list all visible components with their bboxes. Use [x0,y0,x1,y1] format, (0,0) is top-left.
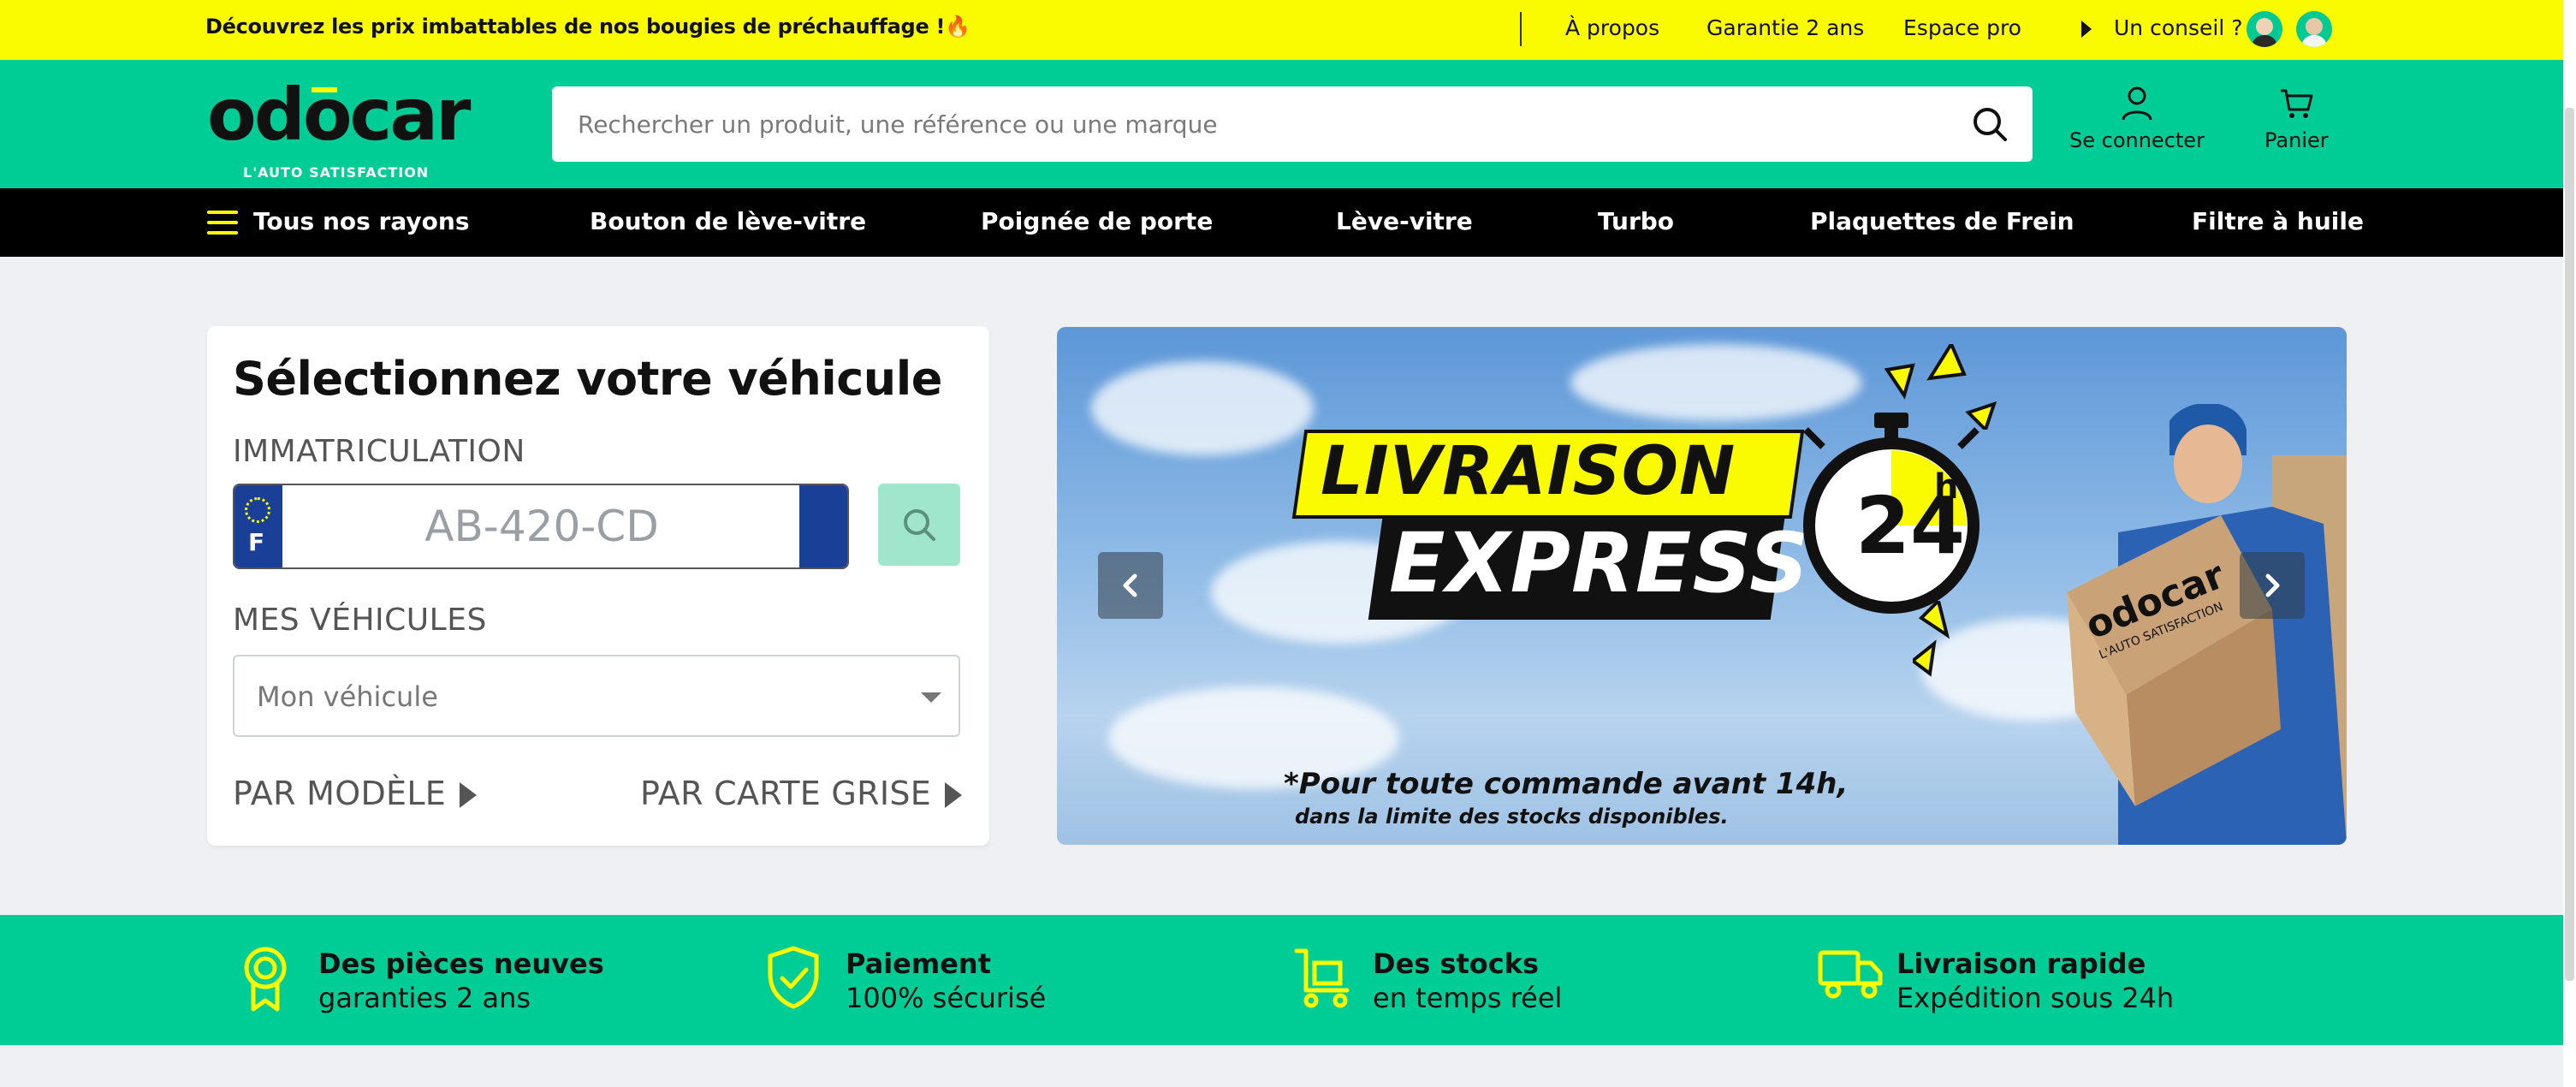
pro-space-link[interactable]: Espace pro [1903,15,2021,40]
vehicle-selector: Sélectionnez votre véhicule IMMATRICULAT… [207,326,989,846]
award-icon [244,947,287,1012]
logo-wordmark: odocar [207,73,471,157]
scrollbar[interactable] [2563,0,2576,1087]
search-icon[interactable] [1971,105,2009,143]
play-icon [460,782,478,808]
about-link[interactable]: À propos [1565,15,1659,40]
license-plate-field: F [233,484,849,569]
warranty-link[interactable]: Garantie 2 ans [1706,15,1864,40]
play-icon [945,782,963,808]
site-header: odocar L'AUTO SATISFACTION Se connecter … [0,60,2563,188]
cart-stock-icon [1294,948,1350,1008]
logo-tagline: L'AUTO SATISFACTION [243,164,430,181]
cloud [1570,344,1861,421]
by-model-link[interactable]: PAR MODÈLE [233,775,478,812]
carousel-prev-button[interactable] [1098,552,1163,619]
vehicle-title: Sélectionnez votre véhicule [233,352,942,406]
my-vehicles-label: MES VÉHICULES [233,603,487,638]
feature-subtitle: 100% sécurisé [846,982,1047,1014]
eu-stars-icon [245,497,270,523]
odocar-logo[interactable]: odocar L'AUTO SATISFACTION [207,73,472,181]
chevron-down-icon [921,692,941,703]
plate-input[interactable] [282,485,801,567]
login-label: Se connecter [2069,128,2205,152]
scrollbar-thumb[interactable] [2565,108,2574,981]
user-icon [2122,86,2152,121]
badge-unit: h [1934,467,1958,507]
my-vehicle-value: Mon véhicule [257,680,438,713]
eu-badge: F [234,485,282,567]
my-vehicle-select[interactable]: Mon véhicule [233,655,960,737]
promo-text[interactable]: Découvrez les prix imbattables de nos bo… [205,15,970,39]
spark-icon [1884,344,1997,430]
nav-item[interactable]: Filtre à huile [2192,207,2364,235]
cart-icon [2281,89,2313,118]
logo-accent [312,87,337,92]
feature-subtitle: garanties 2 ans [318,982,531,1014]
plate-country: F [248,528,265,556]
play-icon [2081,21,2092,38]
plate-label: IMMATRICULATION [233,434,525,469]
by-registration-card-link[interactable]: PAR CARTE GRISE [640,775,963,812]
delivery-man-image: odocar L'AUTO SATISFACTION [2067,404,2347,845]
advice-link[interactable]: Un conseil ? [2114,15,2243,40]
topbar-divider [1520,12,1522,46]
cloud [1091,361,1314,455]
plate-right-band [799,485,847,567]
feature-subtitle: en temps réel [1373,982,1563,1014]
nav-item[interactable]: Bouton de lève-vitre [590,207,866,235]
banner-note: dans la limite des stocks disponibles. [1295,805,1729,829]
nav-item[interactable]: Turbo [1598,207,1674,235]
feature-title: Des stocks [1373,947,1540,980]
reassurance-bar: Des pièces neuves garanties 2 ans Paieme… [0,915,2563,1045]
shield-check-icon [768,946,819,1009]
promo-bar: Découvrez les prix imbattables de nos bo… [0,0,2563,60]
by-card-label: PAR CARTE GRISE [640,775,932,812]
login-button[interactable]: Se connecter [2069,86,2205,152]
nav-item[interactable]: Lève-vitre [1336,207,1473,235]
cart-button[interactable]: Panier [2264,86,2329,152]
menu-icon[interactable] [207,211,238,235]
banner-note: *Pour toute commande avant 14h, [1284,767,1849,801]
banner-line1: LIVRAISON [1321,433,1736,510]
cart-label: Panier [2264,128,2329,152]
search-icon [904,509,935,541]
plate-search-button[interactable] [878,484,960,566]
nav-all-departments[interactable]: Tous nos rayons [253,207,469,235]
advisor-avatar[interactable] [2296,11,2332,47]
advisor-avatar[interactable] [2247,11,2282,47]
feature-subtitle: Expédition sous 24h [1896,982,2175,1014]
feature-title: Paiement [846,947,991,980]
feature-title: Livraison rapide [1896,947,2146,980]
nav-item[interactable]: Poignée de porte [981,207,1213,235]
spark-icon [1913,601,1950,677]
banner-line2: EXPRESS* [1389,515,1854,611]
chevron-left-icon [1123,573,1137,597]
search-input[interactable] [578,86,1930,162]
feature-title: Des pièces neuves [318,947,604,980]
stopwatch-icon: 24 h [1803,413,1979,614]
promo-carousel[interactable]: LIVRAISON EXPRESS* 24 h odocar L'AUTO SA… [1057,327,2347,845]
nav-item[interactable]: Plaquettes de Frein [1810,207,2074,235]
category-nav: Tous nos rayons Bouton de lève-vitre Poi… [0,188,2563,257]
truck-icon [1818,950,1883,999]
carousel-next-button[interactable] [2240,552,2305,619]
search-bar [552,86,2033,162]
by-model-label: PAR MODÈLE [233,775,447,812]
chevron-right-icon [2265,573,2280,597]
